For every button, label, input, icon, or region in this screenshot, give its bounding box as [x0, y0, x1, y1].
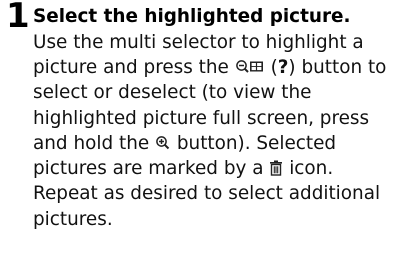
- zoom-out-thumbnail-icon: [235, 59, 265, 75]
- instruction-text: pictures.: [33, 209, 113, 230]
- zoom-in-icon: [155, 135, 171, 151]
- trash-icon: [269, 160, 283, 176]
- instruction-text: button). Selected: [171, 133, 337, 154]
- instruction-step: 1 Select the highlighted picture. Use th…: [6, 0, 410, 268]
- instruction-text: picture and press the: [33, 57, 235, 78]
- instruction-text: ) button to: [288, 57, 387, 78]
- instruction-text: Repeat as desired to select additional: [33, 183, 381, 204]
- instruction-line: pictures.: [33, 207, 113, 232]
- instruction-text: icon.: [283, 158, 334, 179]
- step-number: 1: [6, 0, 30, 36]
- instruction-line: picture and press the (?) button to: [33, 55, 386, 80]
- instruction-text: pictures are marked by a: [33, 158, 270, 179]
- instruction-line: and hold the button). Selected: [33, 131, 336, 156]
- instruction-line: Use the multi selector to highlight a: [33, 30, 364, 55]
- instruction-line: select or deselect (to view the: [33, 80, 311, 105]
- instruction-text: Use the multi selector to highlight a: [33, 32, 364, 53]
- instruction-text: select or deselect (to view the: [33, 82, 312, 103]
- instruction-line: Repeat as desired to select additional: [33, 181, 380, 206]
- instruction-text: highlighted picture full screen, press: [33, 108, 370, 129]
- step-heading: Select the highlighted picture.: [33, 6, 351, 27]
- instruction-line: highlighted picture full screen, press: [33, 106, 369, 131]
- instruction-line: pictures are marked by a icon.: [33, 156, 333, 181]
- instruction-text: and hold the: [33, 133, 156, 154]
- help-symbol: ?: [277, 57, 289, 78]
- instruction-text: (: [264, 57, 278, 78]
